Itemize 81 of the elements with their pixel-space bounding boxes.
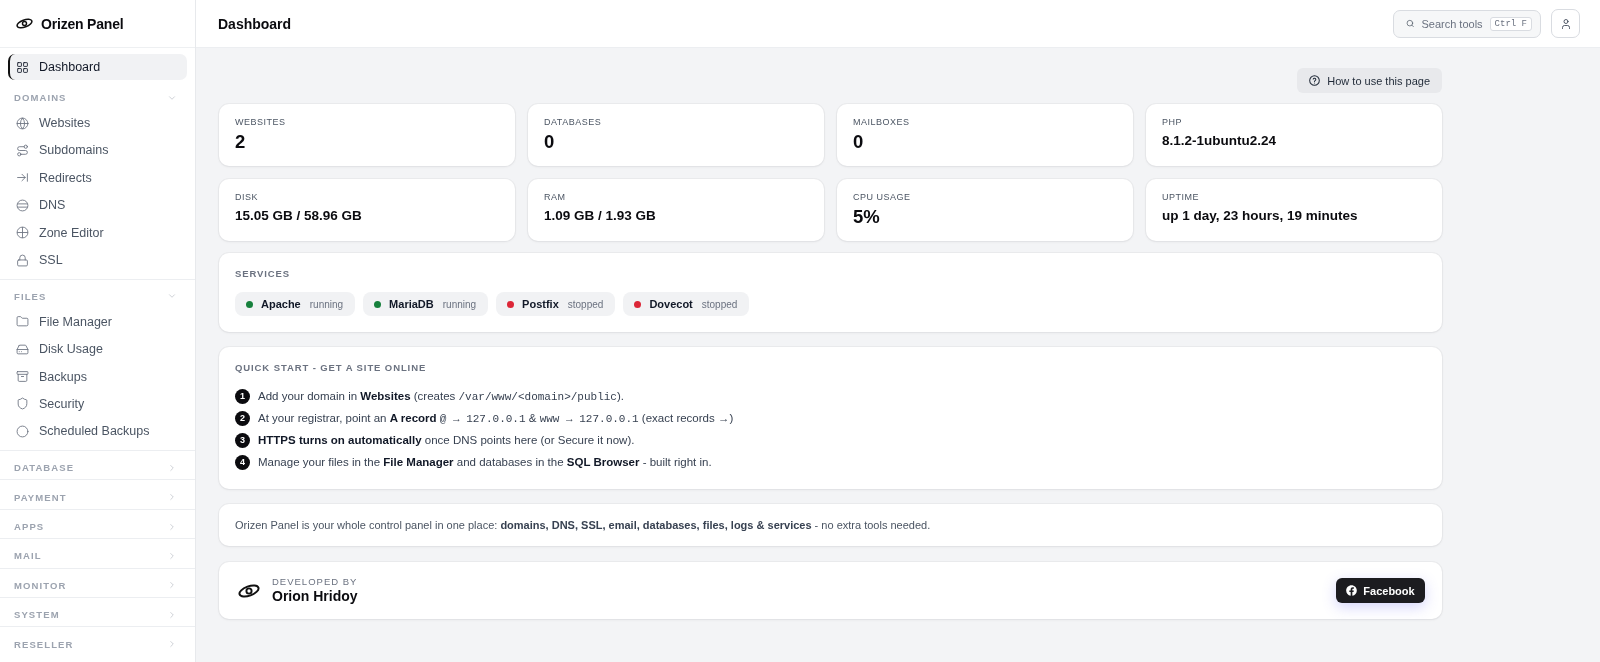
nav-item[interactable]: Websites <box>8 109 187 137</box>
folder-icon <box>16 315 29 329</box>
circle-lines-icon <box>16 198 29 212</box>
service-status: running <box>442 298 477 310</box>
brand-name: Orizen Panel <box>41 15 124 32</box>
nav-item[interactable]: Zone Editor <box>8 218 187 247</box>
step-number: 2 <box>235 410 250 426</box>
nav-item[interactable]: Backups <box>8 362 187 391</box>
service-name: Apache <box>261 298 301 310</box>
stat-value: 2 <box>235 131 247 153</box>
nav-item[interactable]: Subdomains <box>8 136 187 165</box>
route-icon <box>16 143 29 157</box>
logo-icon <box>16 18 33 29</box>
stat-value: 15.05 GB / 58.96 GB <box>235 207 363 224</box>
drive-icon <box>16 342 29 356</box>
facebook-icon <box>1346 585 1358 596</box>
help-icon <box>1309 75 1321 86</box>
step-text: HTTPS turns on automatically once DNS points here (or Secure it now). <box>258 434 635 446</box>
chevron-right-icon <box>167 462 177 473</box>
step-number: 1 <box>235 388 250 404</box>
nav-item[interactable]: Redirects <box>8 164 187 192</box>
nav-item[interactable]: DNS <box>8 191 187 219</box>
developer-name: Orion Hridoy <box>272 588 358 605</box>
step-text: Manage your files in the File Manager and databases in the SQL Browser - built right in. <box>258 456 712 468</box>
chevron-right-icon <box>167 580 177 591</box>
stat-label: UPTIME <box>1162 192 1200 203</box>
stat-value: 1.09 GB / 1.93 GB <box>544 207 657 224</box>
chevron-right-icon <box>167 609 177 620</box>
step-text: At your registrar, point an A record @ → 127.0.0.1 & www → 127.0.0.1 (exact records →) <box>258 411 734 425</box>
stat-label: DISK <box>235 192 259 203</box>
stat-label: DATABASES <box>544 117 603 128</box>
stat-label: PHP <box>1162 117 1183 128</box>
nav-item[interactable]: Dashboard <box>8 54 187 80</box>
help-button[interactable]: How to use this page <box>1297 68 1442 93</box>
stat-value: 0 <box>544 131 556 153</box>
step-text: Add your domain in Websites (creates /var/www/<domain>/public). <box>258 389 624 403</box>
lock-icon <box>16 253 29 267</box>
info-text: Orizen Panel is your whole control panel in one place: domains, DNS, SSL, email, databases, files, logs & services - no extra tools needed. <box>235 519 931 531</box>
panel-title: QUICK START - GET A SITE ONLINE <box>235 362 428 373</box>
nav-item[interactable]: Security <box>8 390 187 418</box>
grid-icon <box>16 60 29 74</box>
nav-item[interactable]: File Manager <box>8 308 187 336</box>
arrow-to-line-icon <box>16 171 29 185</box>
nav-item[interactable]: Disk Usage <box>8 335 187 363</box>
circle-icon <box>16 424 29 438</box>
nav-item[interactable]: SSL <box>8 246 187 274</box>
service-name: Postfix <box>522 298 559 310</box>
step-number: 3 <box>235 432 250 448</box>
service-status: stopped <box>701 298 738 310</box>
globe-icon <box>16 116 29 130</box>
service-status: stopped <box>567 298 604 310</box>
chevron-right-icon <box>167 521 177 532</box>
service-name: Dovecot <box>649 298 693 310</box>
circle-cross-icon <box>16 226 29 240</box>
stat-label: MAILBOXES <box>853 117 911 128</box>
stat-value: 8.1.2-1ubuntu2.24 <box>1162 132 1278 149</box>
page-title: Dashboard <box>218 15 293 32</box>
chevron-right-icon <box>167 492 177 503</box>
stat-value: 0 <box>853 131 865 153</box>
stat-label: RAM <box>544 192 567 203</box>
archive-icon <box>16 370 29 384</box>
step-number: 4 <box>235 454 250 470</box>
service-name: MariaDB <box>389 298 434 310</box>
service-status: running <box>309 298 344 310</box>
nav-item[interactable]: Scheduled Backups <box>8 417 187 446</box>
facebook-button[interactable]: Facebook <box>1336 578 1425 603</box>
search-icon <box>1406 18 1415 29</box>
chevron-right-icon <box>167 639 177 650</box>
user-icon <box>1559 17 1572 30</box>
user-button[interactable] <box>1551 9 1580 38</box>
stat-value: up 1 day, 23 hours, 19 minutes <box>1162 207 1359 224</box>
chevron-right-icon <box>167 550 177 561</box>
shortcut-key: Ctrl F <box>1489 16 1532 31</box>
search-button[interactable]: Search tools Ctrl F <box>1393 9 1541 38</box>
stat-label: WEBSITES <box>235 117 287 128</box>
developer-caption: DEVELOPED BY <box>272 576 358 588</box>
stat-label: CPU USAGE <box>853 192 912 203</box>
logo-icon <box>238 583 260 598</box>
stat-value: 5% <box>853 206 881 228</box>
panel-title: SERVICES <box>235 268 292 279</box>
shield-icon <box>16 397 29 411</box>
